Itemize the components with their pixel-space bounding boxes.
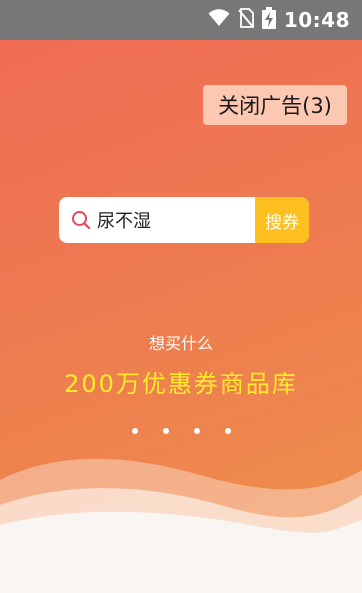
- status-bar: 10:48: [0, 0, 362, 40]
- promo-headline: 200万优惠券商品库: [64, 370, 298, 398]
- search-query: 尿不湿: [97, 211, 151, 232]
- page-dot: [162, 428, 169, 434]
- wifi-icon: [208, 9, 230, 31]
- search-icon: [71, 210, 91, 230]
- page-indicator: [0, 428, 362, 434]
- no-sim-icon: [238, 8, 254, 32]
- page-dot: [224, 428, 231, 434]
- page-dot: [131, 428, 138, 434]
- search-coupon-button[interactable]: 搜券: [255, 197, 309, 243]
- search-bar: 尿不湿 搜券: [59, 197, 309, 243]
- status-time: 10:48: [283, 8, 350, 32]
- close-ad-button[interactable]: 关闭广告(3): [203, 85, 347, 125]
- battery-charging-icon: [261, 7, 276, 33]
- splash-screen: 10:48 关闭广告(3) 尿不湿 搜券 想买什么 200万优惠券商品库: [0, 0, 362, 593]
- page-dot: [193, 428, 200, 434]
- promo-subtitle: 想买什么: [148, 334, 213, 353]
- status-icons: 10:48: [208, 0, 350, 40]
- wave-decoration: [0, 458, 362, 593]
- search-input[interactable]: 尿不湿: [59, 197, 255, 243]
